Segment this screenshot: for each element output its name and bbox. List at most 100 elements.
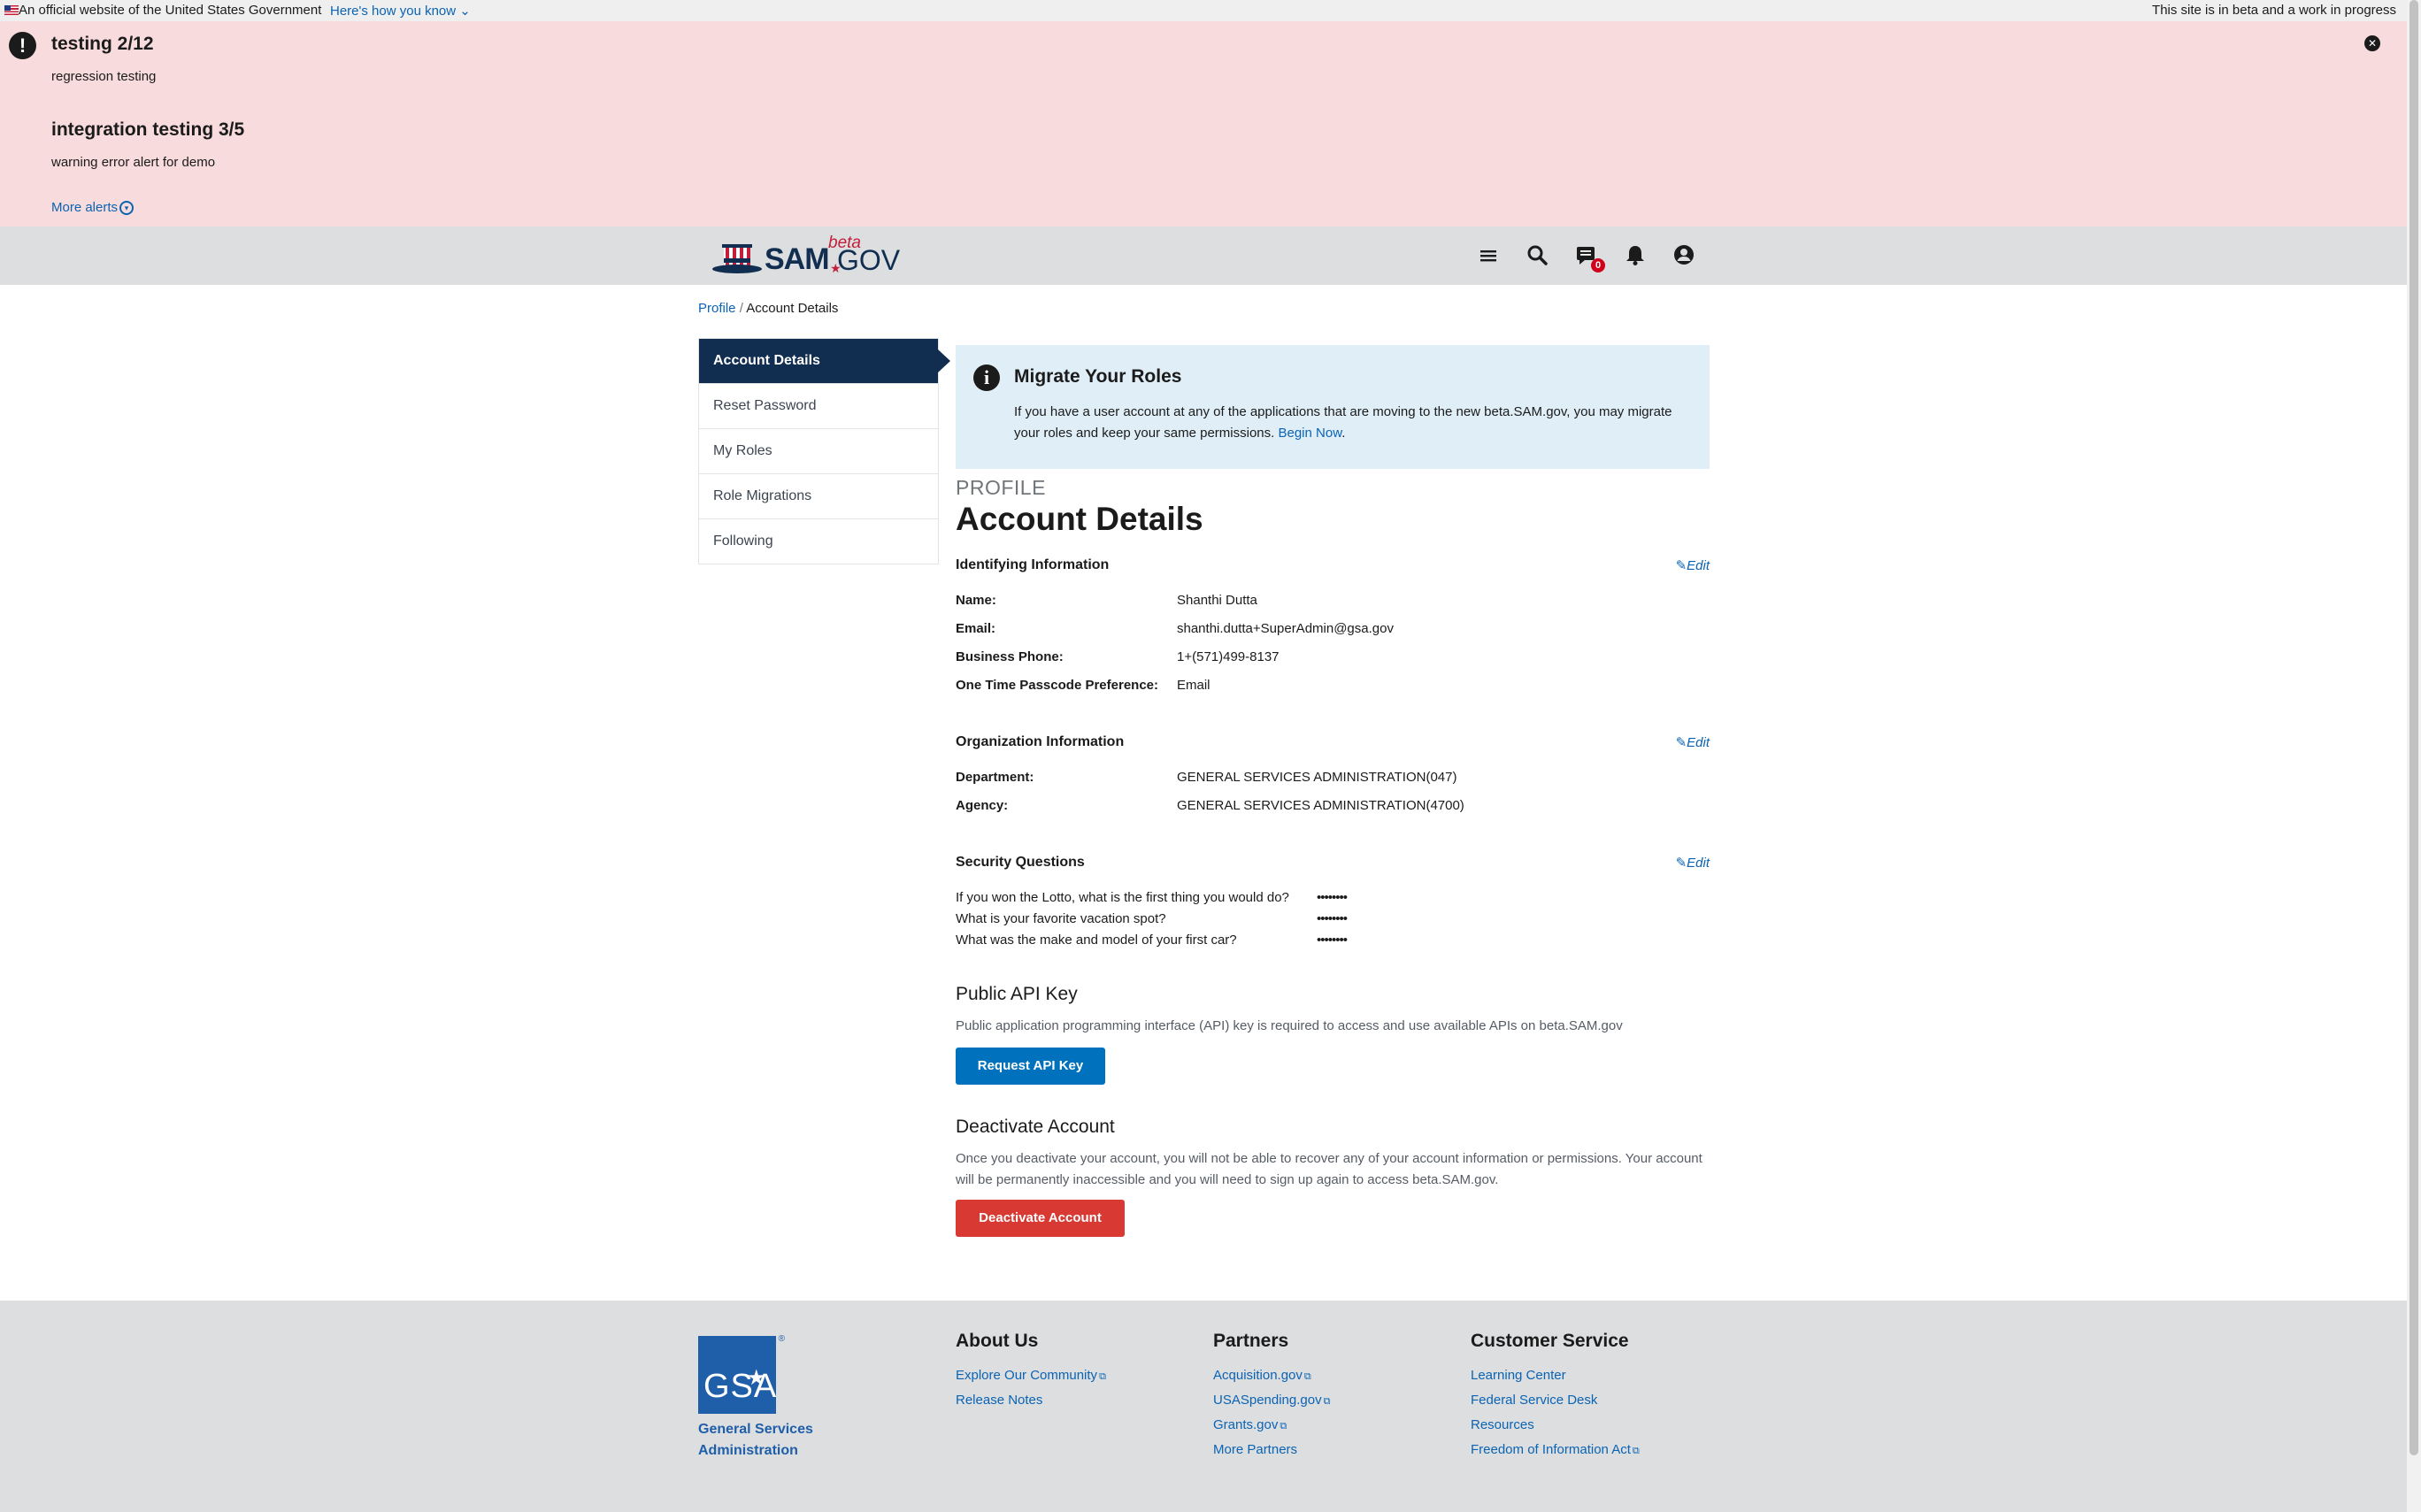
footer-link-learning-center[interactable]: Learning Center (1471, 1368, 1566, 1383)
chevron-down-icon: ⌄ (456, 4, 471, 19)
menu-icon[interactable] (1478, 244, 1501, 267)
edit-label: Edit (1687, 856, 1710, 871)
footer-link-label: Freedom of Information Act (1471, 1442, 1631, 1457)
us-flag-icon (4, 5, 19, 15)
email-label: Email: (956, 621, 996, 636)
logo-sam-text: SAM (765, 242, 830, 276)
footer-link-federal-service-desk[interactable]: Federal Service Desk (1471, 1393, 1597, 1408)
identifying-info-heading: Identifying Information (956, 557, 1110, 572)
site-footer: GSA ★ ® General Services Administration … (0, 1301, 2407, 1512)
otp-preference-label: One Time Passcode Preference: (956, 678, 1158, 693)
sidenav-item-account-details[interactable]: Account Details (699, 339, 950, 384)
name-label: Name: (956, 593, 996, 608)
deactivate-account-button[interactable]: Deactivate Account (956, 1200, 1125, 1237)
security-question: What was the make and model of your firs… (956, 933, 1237, 948)
external-link-icon: ⧉ (1323, 1396, 1331, 1407)
breadcrumb-separator: / (739, 301, 743, 316)
otp-preference-value: Email (1177, 678, 1210, 693)
department-value: GENERAL SERVICES ADMINISTRATION(047) (1177, 770, 1457, 785)
footer-link-usaspending[interactable]: USASpending.gov ⧉ (1213, 1393, 1330, 1408)
edit-security-button[interactable]: ✎Edit (1676, 855, 1710, 871)
edit-organization-button[interactable]: ✎Edit (1676, 734, 1710, 750)
edit-identifying-button[interactable]: ✎Edit (1676, 557, 1710, 573)
official-website-text: An official website of the United States… (19, 3, 322, 18)
logo-gov-text: GOV (837, 244, 901, 276)
alert-title: testing 2/12 (51, 34, 154, 54)
footer-link-more-partners[interactable]: More Partners (1213, 1442, 1297, 1457)
how-you-know-link[interactable]: Here's how you know ⌄ (330, 3, 471, 19)
security-answer-masked: •••••••• (1317, 911, 1348, 926)
email-value: shanthi.dutta+SuperAdmin@gsa.gov (1177, 621, 1394, 636)
gsa-logo-text: GSA (703, 1368, 778, 1405)
site-header: SAM beta ★ GOV 0 (0, 226, 2407, 285)
footer-link-acquisition[interactable]: Acquisition.gov ⧉ (1213, 1368, 1311, 1383)
alert-text: warning error alert for demo (51, 155, 216, 170)
begin-now-link[interactable]: Begin Now (1278, 426, 1341, 441)
scrollbar-thumb[interactable] (2409, 0, 2418, 1455)
message-count-badge: 0 (1591, 258, 1605, 272)
notifications-bell-icon[interactable] (1624, 244, 1647, 267)
deactivate-heading: Deactivate Account (956, 1117, 1115, 1137)
close-icon[interactable]: ✕ (2364, 35, 2380, 51)
request-api-key-button[interactable]: Request API Key (956, 1048, 1105, 1085)
footer-link-foia[interactable]: Freedom of Information Act ⧉ (1471, 1442, 1640, 1457)
footer-link-grants[interactable]: Grants.gov ⧉ (1213, 1417, 1287, 1432)
info-icon: i (973, 365, 1000, 391)
api-key-heading: Public API Key (956, 984, 1078, 1004)
migrate-text: If you have a user account at any of the… (1014, 402, 1687, 444)
sidenav-item-reset-password[interactable]: Reset Password (699, 384, 938, 429)
footer-about-title: About Us (956, 1331, 1039, 1351)
footer-link-label: Acquisition.gov (1213, 1368, 1303, 1383)
search-icon[interactable] (1526, 244, 1549, 267)
migrate-roles-info: i Migrate Your Roles If you have a user … (956, 345, 1710, 469)
more-alerts-link[interactable]: More alerts ▾ (51, 200, 134, 216)
gsa-logo[interactable]: GSA ★ ® (698, 1334, 785, 1414)
pencil-icon: ✎ (1675, 735, 1687, 750)
migrate-period: . (1341, 426, 1346, 441)
footer-link-release-notes[interactable]: Release Notes (956, 1393, 1042, 1408)
more-alerts-label: More alerts (51, 200, 119, 215)
footer-link-resources[interactable]: Resources (1471, 1417, 1534, 1432)
agency-value: GENERAL SERVICES ADMINISTRATION(4700) (1177, 798, 1464, 813)
gov-banner: An official website of the United States… (0, 0, 2421, 21)
business-phone-value: 1+(571)499-8137 (1177, 649, 1280, 664)
alert-text: regression testing (51, 69, 157, 84)
page-title: Account Details (956, 501, 1203, 537)
breadcrumb: Profile / Account Details (698, 301, 838, 316)
name-value: Shanthi Dutta (1177, 593, 1257, 608)
external-link-icon: ⧉ (1099, 1371, 1106, 1382)
security-question: If you won the Lotto, what is the first … (956, 890, 1289, 905)
external-link-icon: ⧉ (1303, 1371, 1311, 1382)
sidenav-item-following[interactable]: Following (699, 519, 938, 564)
department-label: Department: (956, 770, 1034, 785)
page-eyebrow: PROFILE (956, 476, 1046, 499)
pencil-icon: ✎ (1675, 558, 1687, 573)
security-answer-masked: •••••••• (1317, 933, 1348, 948)
page-scrollbar[interactable] (2407, 0, 2421, 1512)
security-answer-masked: •••••••• (1317, 890, 1348, 905)
exclamation-icon: ! (9, 32, 36, 59)
breadcrumb-current: Account Details (746, 301, 839, 316)
breadcrumb-profile-link[interactable]: Profile (698, 301, 736, 316)
edit-label: Edit (1687, 558, 1710, 573)
footer-link-label: Grants.gov (1213, 1417, 1279, 1432)
footer-customer-service-title: Customer Service (1471, 1331, 1629, 1351)
sidenav-item-my-roles[interactable]: My Roles (699, 429, 938, 474)
footer-link-label: USASpending.gov (1213, 1393, 1322, 1408)
gsa-star-icon: ★ (747, 1366, 766, 1390)
api-key-description: Public application programming interface… (956, 1018, 1623, 1033)
security-questions-heading: Security Questions (956, 855, 1085, 870)
pencil-icon: ✎ (1675, 856, 1687, 871)
footer-link-explore-community[interactable]: Explore Our Community ⧉ (956, 1368, 1106, 1383)
how-you-know-label: Here's how you know (330, 4, 457, 19)
user-account-icon[interactable] (1672, 244, 1695, 267)
sam-gov-logo[interactable]: SAM beta ★ GOV (711, 234, 901, 278)
alert-title: integration testing 3/5 (51, 119, 245, 140)
profile-side-nav: Account Details Reset Password My Roles … (698, 338, 950, 564)
sidenav-item-role-migrations[interactable]: Role Migrations (699, 474, 938, 519)
uncle-sam-hat-icon (712, 244, 762, 273)
external-link-icon: ⧉ (1632, 1446, 1640, 1456)
agency-label: Agency: (956, 798, 1009, 813)
alerts-banner: ! ✕ testing 2/12 regression testing inte… (0, 21, 2407, 226)
footer-partners-title: Partners (1213, 1331, 1289, 1351)
